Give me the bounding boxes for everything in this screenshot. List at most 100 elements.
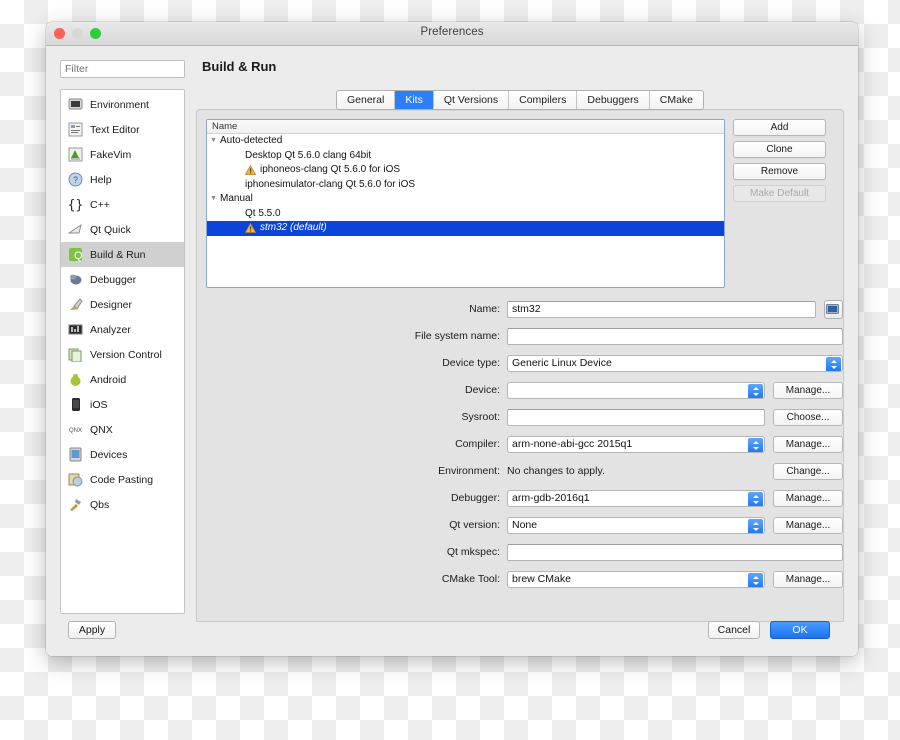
kit-tree-row[interactable]: stm32 (default) (207, 221, 724, 236)
sidebar-item-android[interactable]: Android (61, 367, 184, 392)
kit-tree[interactable]: Name ▼ Auto-detected Desktop Qt 5.6.0 clan… (206, 119, 725, 288)
form-label-debugger: Debugger: (450, 492, 500, 504)
sidebar-item-qbs[interactable]: Qbs (61, 492, 184, 517)
qbs-hammer-icon (68, 497, 83, 512)
change-environment-button[interactable]: Change... (773, 462, 843, 480)
form-input-qt-mkspec[interactable] (507, 543, 843, 561)
choose-sysroot-button[interactable]: Choose... (773, 408, 843, 426)
sidebar-item-debugger[interactable]: Debugger (61, 267, 184, 292)
sidebar-item-version-control[interactable]: Version Control (61, 342, 184, 367)
sidebar-item-code-pasting[interactable]: Code Pasting (61, 467, 184, 492)
kit-tree-row[interactable]: ▼ Auto-detected (207, 134, 724, 149)
apply-button[interactable]: Apply (68, 621, 116, 639)
make-default-button: Make Default (733, 185, 826, 202)
version-control-icon (68, 347, 83, 363)
form-row-environment: Environment: No changes to apply. Change..… (197, 462, 843, 480)
sidebar-item-label: iOS (90, 398, 108, 411)
android-icon (68, 372, 83, 387)
text-editor-icon (68, 122, 83, 137)
sidebar-item-c[interactable]: {} C++ (61, 192, 184, 217)
form-combo-debugger[interactable]: arm-gdb-2016q1 (507, 489, 765, 507)
ok-button[interactable]: OK (770, 621, 830, 639)
manage-cmake-tool-button[interactable]: Manage... (773, 570, 843, 588)
form-row-debugger: Debugger: arm-gdb-2016q1 Manage... (197, 489, 843, 507)
clone-button[interactable]: Clone (733, 141, 826, 158)
stepper-arrows-icon[interactable] (748, 572, 763, 587)
tab-compilers[interactable]: Compilers (509, 91, 578, 109)
form-label-sysroot: Sysroot: (461, 411, 500, 423)
form-input-sysroot[interactable] (507, 408, 765, 426)
sidebar-item-designer[interactable]: Designer (61, 292, 184, 317)
form-combo-device-type[interactable]: Generic Linux Device (507, 354, 843, 372)
form-label-qt-version: Qt version: (449, 519, 500, 531)
form-combo-cmake-tool[interactable]: brew CMake (507, 570, 765, 588)
sidebar-item-label: Version Control (90, 348, 162, 361)
disclosure-triangle-icon[interactable]: ▼ (207, 134, 220, 149)
sidebar-item-fakevim[interactable]: FakeVim (61, 142, 184, 167)
stepper-arrows-icon[interactable] (748, 491, 763, 506)
tab-kits[interactable]: Kits (395, 91, 434, 109)
sidebar-item-label: Analyzer (90, 323, 131, 336)
sidebar-item-build-run[interactable]: Q Build & Run (61, 242, 184, 267)
kit-tree-row-label: iphonesimulator-clang Qt 5.6.0 for iOS (245, 178, 416, 190)
stepper-arrows-icon[interactable] (748, 383, 763, 398)
manage-device-button[interactable]: Manage... (773, 381, 843, 399)
manage-qt-version-button[interactable]: Manage... (773, 516, 843, 534)
manage-compiler-button[interactable]: Manage... (773, 435, 843, 453)
stepper-arrows-icon[interactable] (748, 518, 763, 533)
devices-icon (68, 447, 83, 462)
main-content: Build & Run General Kits Qt Versions Compil… (196, 59, 844, 656)
sidebar-item-qt-quick[interactable]: Qt Quick (61, 217, 184, 242)
tab-general[interactable]: General (336, 91, 396, 109)
svg-text:Q: Q (74, 250, 83, 262)
form-label-cmake-tool: CMake Tool: (441, 573, 500, 585)
sidebar-item-label: Devices (90, 448, 128, 461)
form-combo-compiler[interactable]: arm-none-abi-gcc 2015q1 (507, 435, 765, 453)
sidebar-item-label: Qbs (90, 498, 110, 511)
help-question-icon: ? (68, 172, 83, 187)
kit-tree-header: Name (207, 120, 724, 134)
remove-button[interactable]: Remove (733, 163, 826, 180)
form-label-fs-name: File system name: (414, 330, 500, 342)
kit-tree-row[interactable]: Desktop Qt 5.6.0 clang 64bit (207, 149, 724, 164)
svg-text:{}: {} (68, 198, 83, 212)
manage-debugger-button[interactable]: Manage... (773, 489, 843, 507)
disclosure-triangle-icon[interactable]: ▼ (207, 192, 220, 207)
analyzer-icon (68, 322, 83, 337)
stepper-arrows-icon[interactable] (748, 437, 763, 452)
form-row-qt-version: Qt version: None Manage... (197, 516, 843, 534)
page-title: Build & Run (202, 59, 277, 74)
form-input-fs-name[interactable] (507, 327, 843, 345)
sidebar-item-devices[interactable]: Devices (61, 442, 184, 467)
form-label-compiler: Compiler: (455, 438, 500, 450)
tab-cmake[interactable]: CMake (649, 91, 704, 109)
form-combo-device[interactable] (507, 381, 765, 399)
sidebar-item-analyzer[interactable]: Analyzer (61, 317, 184, 342)
form-combo-qt-version[interactable]: None (507, 516, 765, 534)
sidebar-item-help[interactable]: ? Help (61, 167, 184, 192)
window-title: Preferences (420, 26, 484, 38)
add-button[interactable]: Add (733, 119, 826, 136)
cancel-button[interactable]: Cancel (708, 621, 760, 639)
kit-tree-row[interactable]: Qt 5.5.0 (207, 207, 724, 222)
form-input-name[interactable]: stm32 (507, 300, 816, 318)
kit-tree-row[interactable]: iphoneos-clang Qt 5.6.0 for iOS (207, 163, 724, 178)
filter-input[interactable] (60, 60, 185, 78)
sidebar-item-ios[interactable]: iOS (61, 392, 184, 417)
form-row-compiler: Compiler: arm-none-abi-gcc 2015q1 Manage..… (197, 435, 843, 453)
kit-tree-row[interactable]: iphonesimulator-clang Qt 5.6.0 for iOS (207, 178, 724, 193)
kit-tree-row[interactable]: ▼ Manual (207, 192, 724, 207)
svg-text:?: ? (73, 175, 78, 185)
monitor-icon (68, 97, 83, 112)
monitor-small-icon (826, 302, 841, 317)
form-combo-value: Generic Linux Device (512, 356, 612, 369)
tab-debuggers[interactable]: Debuggers (577, 91, 650, 109)
stepper-arrows-icon[interactable] (826, 356, 841, 371)
kit-icon-picker-button[interactable] (824, 299, 843, 319)
tab-qt-versions[interactable]: Qt Versions (433, 91, 510, 109)
form-label-qt-mkspec: Qt mkspec: (446, 546, 500, 558)
sidebar-item-environment[interactable]: Environment (61, 92, 184, 117)
sidebar-item-qnx[interactable]: QNX QNX (61, 417, 184, 442)
form-combo-value: arm-none-abi-gcc 2015q1 (512, 437, 633, 450)
sidebar-item-text-editor[interactable]: Text Editor (61, 117, 184, 142)
